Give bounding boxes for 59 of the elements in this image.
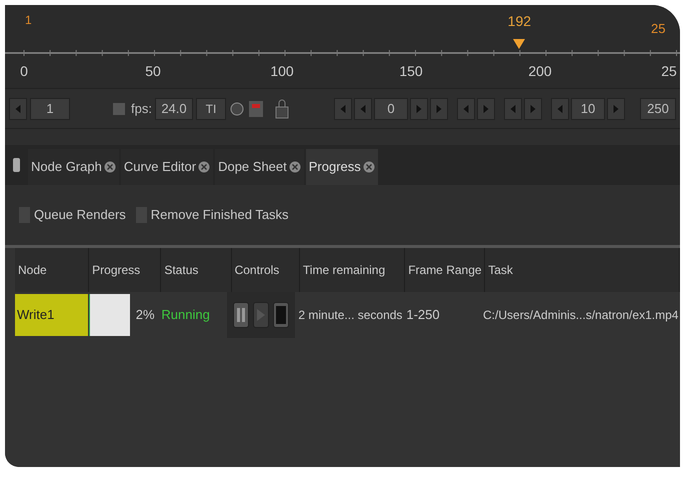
fps-label: fps: [131,100,152,118]
close-icon[interactable] [198,161,210,173]
circle-icon[interactable] [228,100,245,116]
close-icon[interactable] [288,161,301,173]
step-back-button[interactable] [550,98,569,120]
first-frame-button[interactable] [334,98,352,120]
tick-label: 25 [661,62,677,81]
stop-button[interactable] [273,302,290,328]
tab[interactable]: Node Graph [28,149,119,185]
end-frame-field[interactable]: 250 [640,98,676,120]
tick-label: 100 [270,62,294,81]
previous-keyframe-button[interactable] [504,98,522,120]
end-frame-label: 25 [651,20,666,38]
close-icon[interactable] [104,161,116,173]
tick-label: 150 [399,62,423,81]
fps-field[interactable]: 24.0 [154,98,193,120]
panel-menu-icon[interactable] [13,158,20,172]
increment-field[interactable]: 10 [570,98,605,120]
previous-frame-button[interactable] [354,98,372,120]
last-frame-button[interactable] [430,98,448,120]
set-start-button[interactable] [9,98,27,120]
tab[interactable]: Progress [306,149,378,185]
next-keyframe-button[interactable] [524,98,542,120]
table-cell: Write1 [15,294,88,336]
close-icon[interactable] [362,161,375,173]
column-header[interactable]: Task [485,248,680,292]
checkbox[interactable] [113,102,125,114]
pause-icon [237,308,246,322]
play-forward-button[interactable] [476,98,495,120]
column-header[interactable]: Time remaining [300,248,406,292]
step-forward-button[interactable] [606,98,625,120]
lock-icon[interactable] [274,98,289,118]
table-cell-text: C:/Users/Adminis...s/natron/ex1.mp4 [482,307,680,324]
column-header[interactable]: Frame Range [405,248,486,292]
checkbox-label: Queue Renders [34,206,126,224]
table-cell-text: 2% [136,306,155,324]
stop-icon [276,306,286,324]
playhead-icon[interactable] [513,39,526,49]
pause-button[interactable] [233,302,250,328]
play-backward-button[interactable] [456,98,475,120]
start-frame-label: 1 [25,12,32,29]
status-text: Running [160,306,211,324]
timeline-ruler[interactable] [5,49,680,59]
tab[interactable]: Curve Editor [120,149,214,185]
turbo-button[interactable]: TI [196,98,226,120]
tick-label: 50 [145,62,161,81]
table-cell-text: 1-250 [405,306,441,324]
next-frame-button[interactable] [410,98,428,120]
current-frame-label: 192 [508,12,532,31]
current-frame-field[interactable]: 0 [374,98,408,120]
tick-label: 0 [20,62,28,81]
column-header[interactable]: Node [15,248,90,292]
column-header[interactable]: Progress [89,248,162,292]
table-cell-text: 2 minute... seconds [297,307,404,324]
tab[interactable]: Dope Sheet [215,149,304,185]
checkbox-label: Remove Finished Tasks [150,206,289,224]
tick-label: 200 [528,62,552,81]
start-frame-field[interactable]: 1 [30,98,70,120]
record-icon[interactable] [248,100,264,118]
